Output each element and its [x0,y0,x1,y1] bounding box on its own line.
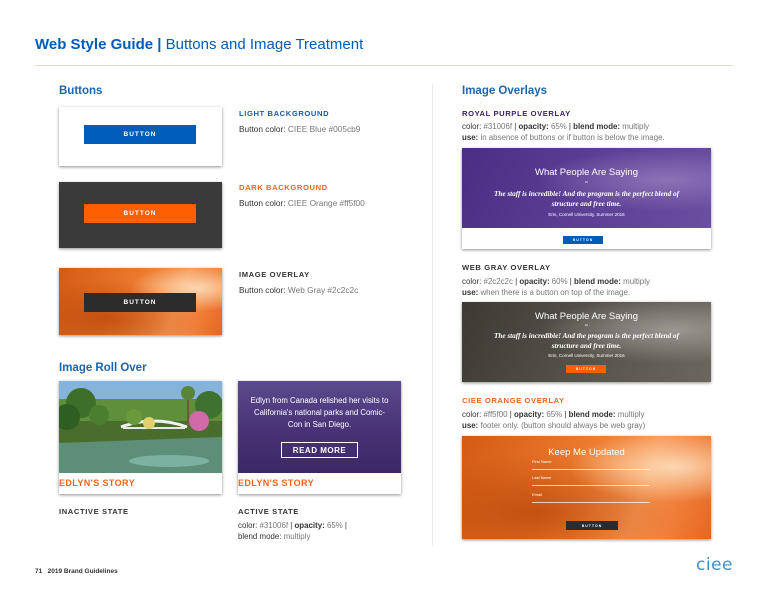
orange-button[interactable]: BUTTON [84,204,196,223]
quote-mark: “ [585,180,588,189]
web-gray-spec: color: #2c2c2c | opacity: 60% | blend mo… [462,277,650,297]
dark-background-demo: BUTTON [59,182,222,248]
email-field[interactable]: Email [532,492,650,503]
page-title: Web Style Guide | Buttons and Image Trea… [35,36,363,53]
image-overlays-heading: Image Overlays [462,85,548,97]
dark-background-desc: Button color: CIEE Orange #ff5f00 [239,198,365,208]
page-footer: 71 2019 Brand Guidelines [35,568,118,575]
overlay-heading: What People Are Saying [535,167,638,178]
canal-photo [59,381,222,473]
ciee-orange-label: CIEE ORANGE OVERLAY [462,396,565,405]
overlay-quote: The staff is incredible! And the program… [493,332,680,350]
image-rollover-heading: Image Roll Over [59,362,147,374]
overlay-quote: The staff is incredible! And the program… [493,190,680,208]
header-divider [35,65,733,66]
overlay-heading: What People Are Saying [535,311,638,322]
footer-submit-button[interactable]: BUTTON [566,521,618,530]
buttons-heading: Buttons [59,85,103,97]
light-background-desc: Button color: CIEE Blue #005cb9 [239,124,361,134]
purple-overlay-photo: Edlyn from Canada relished her visits to… [238,381,401,473]
royal-purple-label: ROYAL PURPLE OVERLAY [462,109,571,118]
active-state-caption: ACTIVE STATE [238,507,299,516]
image-overlay-desc: Button color: Web Gray #2c2c2c [239,285,359,295]
overlay-text: Edlyn from Canada relished her visits to… [250,396,389,429]
form-heading: Keep Me Updated [548,447,625,458]
royal-purple-demo: What People Are Saying “ The staff is in… [462,148,711,249]
on-image-button[interactable]: BUTTON [566,365,606,373]
first-name-field[interactable]: First Name [532,459,650,470]
blue-button[interactable]: BUTTON [84,125,196,144]
image-overlay-label: IMAGE OVERLAY [239,270,310,279]
inactive-story-card[interactable]: EDLYN'S STORY [59,381,222,494]
last-name-label: Last Name [532,475,552,480]
email-label: Email [532,492,543,497]
dark-background-label: DARK BACKGROUND [239,183,328,192]
read-more-button[interactable]: READ MORE [281,442,358,458]
ciee-orange-spec: color: #ff5f00 | opacity: 65% | blend mo… [462,410,646,430]
page-title-section: Web Style Guide | [35,36,162,53]
overlay-attribution: Erin, Cornell University, Summer 2016 [548,212,625,217]
ciee-logo: ciee [696,555,733,575]
below-image-button[interactable]: BUTTON [563,236,603,244]
first-name-label: First Name [532,459,552,464]
web-gray-label: WEB GRAY OVERLAY [462,263,551,272]
light-background-label: LIGHT BACKGROUND [239,109,330,118]
light-background-demo: BUTTON [59,107,222,166]
overlay-attribution: Erin, Cornell University, Summer 2016 [548,353,625,358]
last-name-field[interactable]: Last Name [532,475,650,486]
purple-overlay-image: What People Are Saying “ The staff is in… [462,148,711,228]
ciee-orange-demo: Keep Me Updated First Name Last Name Ema… [462,436,711,539]
page-title-topic: Buttons and Image Treatment [165,36,364,53]
royal-purple-spec: color: #31006f | opacity: 65% | blend mo… [462,122,665,142]
active-state-spec: color: #31006f | opacity: 65% | blend mo… [238,521,347,541]
story-label: EDLYN'S STORY [238,478,315,488]
inactive-state-caption: INACTIVE STATE [59,507,129,516]
active-story-card[interactable]: Edlyn from Canada relished her visits to… [238,381,401,494]
image-overlay-demo: BUTTON [59,268,222,335]
story-label: EDLYN'S STORY [59,478,136,488]
web-gray-demo: What People Are Saying “ The staff is in… [462,302,711,382]
gray-button[interactable]: BUTTON [84,293,196,312]
page-number: 71 [35,568,43,575]
column-divider [432,84,433,546]
document-name: 2019 Brand Guidelines [47,568,118,575]
